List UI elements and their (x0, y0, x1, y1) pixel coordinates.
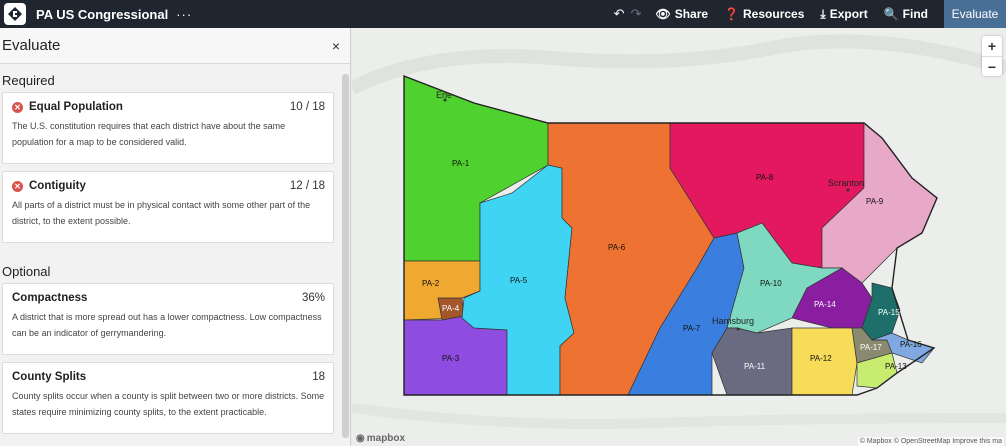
resources-label: Resources (743, 7, 805, 21)
district-label-pa5: PA-5 (510, 276, 528, 285)
criterion-name: Compactness (12, 292, 88, 304)
criterion-score: 18 (312, 371, 325, 383)
criterion-score: 12 / 18 (289, 180, 325, 192)
map-attribution[interactable]: © Mapbox © OpenStreetMap Improve this ma (857, 437, 1004, 446)
district-label-pa8: PA-8 (756, 173, 774, 182)
panel-scrollbar[interactable] (342, 74, 349, 438)
mapbox-logo: ◉ mapbox (356, 433, 406, 444)
more-menu-button[interactable]: ··· (176, 7, 192, 22)
required-heading: Required (2, 73, 55, 88)
top-bar: PA US Congressional ··· ↶ ↷ 👁 Share ❓ Re… (0, 0, 1006, 28)
criterion-description: County splits occur when a county is spl… (12, 391, 325, 417)
resources-button[interactable]: ❓ Resources (724, 7, 804, 21)
fail-icon: ✕ (12, 101, 23, 113)
evaluate-panel: Evaluate × Required ✕ Equal Population 10… (0, 28, 351, 446)
export-label: Export (829, 7, 868, 21)
criterion-card-equal-population[interactable]: ✕ Equal Population 10 / 18 The U.S. const… (2, 92, 334, 164)
share-button[interactable]: 👁 Share (655, 7, 708, 21)
toolbar-actions: ↶ ↷ 👁 Share ❓ Resources ⤓ Export 🔍 Find … (614, 0, 1006, 28)
city-label-erie: Erie (436, 90, 452, 100)
district-label-pa15: PA-15 (878, 308, 900, 317)
district-label-pa9: PA-9 (866, 197, 884, 206)
district-map[interactable]: Erie Scranton Harrisburg PA-1 PA-2 PA-4 … (352, 28, 1006, 446)
district-label-pa10: PA-10 (760, 279, 782, 288)
undo-icon[interactable]: ↶ (614, 6, 625, 22)
district-label-pa1: PA-1 (452, 159, 470, 168)
district-label-pa2: PA-2 (422, 279, 440, 288)
history-controls: ↶ ↷ (614, 6, 642, 22)
district-label-pa7: PA-7 (683, 324, 701, 333)
eye-icon: 👁 (655, 7, 671, 21)
criterion-description: The U.S. constitution requires that each… (12, 121, 286, 147)
mapbox-icon: ◉ (356, 433, 365, 444)
district-label-pa17: PA-17 (860, 343, 882, 352)
district-label-pa4: PA-4 (442, 304, 460, 313)
zoom-in-button[interactable]: + (982, 36, 1002, 56)
app-logo-icon[interactable] (4, 3, 26, 25)
city-label-harrisburg: Harrisburg (712, 316, 754, 326)
district-label-pa11: PA-11 (744, 362, 766, 371)
district-label-pa12: PA-12 (810, 354, 832, 363)
search-icon: 🔍 (883, 7, 899, 21)
redo-icon[interactable]: ↷ (631, 6, 642, 22)
district-label-pa16: PA-16 (900, 340, 922, 349)
fail-icon: ✕ (12, 180, 23, 192)
district-label-pa3: PA-3 (442, 354, 460, 363)
criterion-card-county-splits[interactable]: County Splits 18 County splits occur whe… (2, 362, 334, 434)
criterion-card-contiguity[interactable]: ✕ Contiguity 12 / 18 All parts of a distr… (2, 171, 334, 243)
evaluate-tab[interactable]: Evaluate (944, 0, 1006, 28)
criterion-name: Contiguity (29, 180, 86, 192)
download-icon: ⤓ (820, 6, 826, 21)
criterion-card-compactness[interactable]: Compactness 36% A district that is more … (2, 283, 334, 355)
project-title[interactable]: PA US Congressional (36, 7, 168, 22)
question-circle-icon: ❓ (724, 7, 740, 21)
criterion-name: County Splits (12, 371, 87, 383)
district-label-pa13: PA-13 (885, 362, 907, 371)
optional-heading: Optional (2, 264, 51, 279)
find-button[interactable]: 🔍 Find (884, 7, 928, 21)
criterion-description: All parts of a district must be in physi… (12, 200, 311, 226)
map-canvas[interactable]: Erie Scranton Harrisburg PA-1 PA-2 PA-4 … (352, 28, 1006, 446)
export-button[interactable]: ⤓ Export (820, 7, 867, 22)
panel-title: Evaluate (2, 37, 61, 54)
share-label: Share (674, 7, 709, 21)
zoom-controls: + − (982, 36, 1002, 76)
zoom-out-button[interactable]: − (982, 56, 1002, 76)
find-label: Find (902, 7, 928, 21)
city-label-scranton: Scranton (828, 178, 864, 188)
criterion-score: 36% (301, 292, 325, 304)
close-icon[interactable]: × (332, 38, 340, 54)
panel-header: Evaluate × (0, 28, 350, 64)
criterion-name: Equal Population (29, 101, 123, 113)
criterion-description: A district that is more spread out has a… (12, 312, 322, 338)
criterion-score: 10 / 18 (289, 101, 325, 113)
district-label-pa6: PA-6 (608, 243, 626, 252)
district-label-pa14: PA-14 (814, 300, 836, 309)
